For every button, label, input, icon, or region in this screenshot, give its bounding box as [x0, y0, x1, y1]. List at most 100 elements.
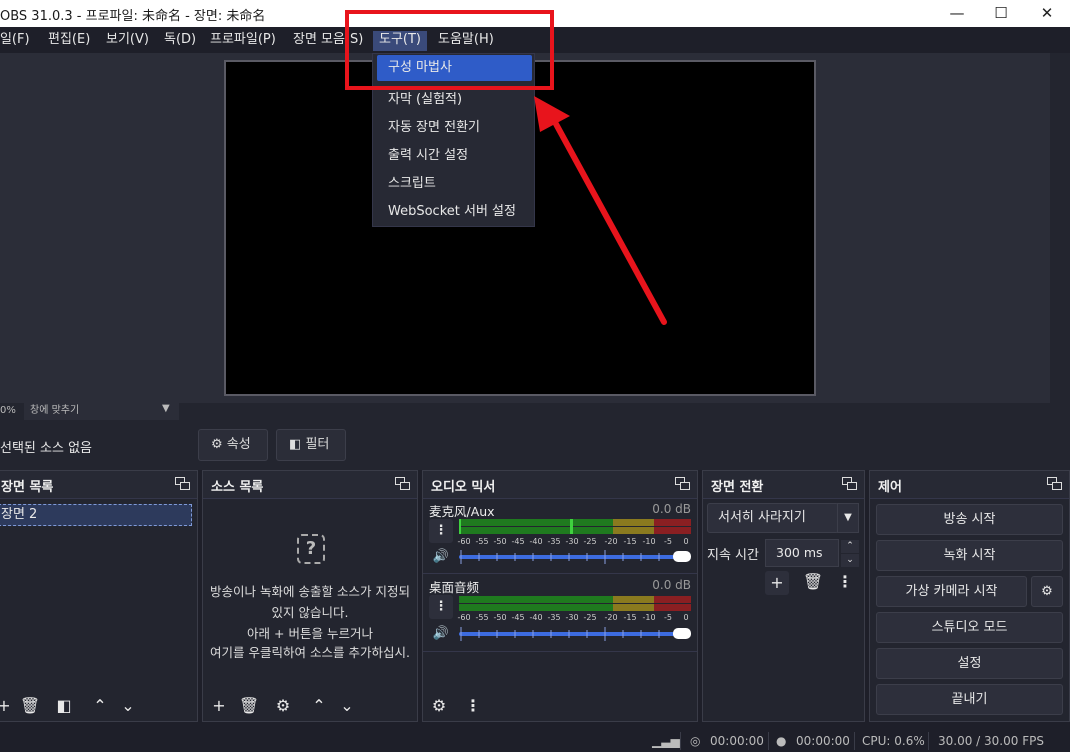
properties-button[interactable]: ⚙ 속성: [198, 429, 268, 461]
menu-view[interactable]: 보기(V): [106, 31, 149, 51]
properties-label: 속성: [226, 437, 251, 452]
meter-tick: -15: [623, 613, 637, 622]
settings-button[interactable]: 설정: [876, 648, 1063, 679]
meter-tick: -20: [604, 537, 618, 546]
speaker-icon[interactable]: 🔊: [429, 624, 453, 644]
minimize-button[interactable]: —: [934, 0, 980, 27]
menu-file[interactable]: 파일(F): [0, 31, 30, 51]
transitions-dock: 장면 전환 서서히 사라지기 ▼ 지속 시간 300 ms ⌃ ⌄ + 🗑 ⋮: [702, 470, 865, 722]
meter-tick: -30: [565, 537, 579, 546]
zoom-mode: 창에 맞추기: [30, 405, 80, 416]
filter-icon: ◧: [289, 437, 302, 452]
filters-label: 필터: [305, 437, 330, 452]
exit-button[interactable]: 끝내기: [876, 684, 1063, 715]
chevron-down-icon[interactable]: ▼: [162, 403, 170, 414]
gear-icon[interactable]: ⚙: [427, 695, 451, 717]
start-virtual-camera-button[interactable]: 가상 카메라 시작: [876, 576, 1027, 607]
undock-icon[interactable]: [1047, 477, 1063, 491]
gear-icon: ⚙: [211, 437, 223, 452]
signal-icon: ▁▃▅: [652, 734, 680, 748]
channel-menu-icon[interactable]: ⋮: [429, 595, 453, 619]
scene-filters-button[interactable]: ◧: [52, 695, 76, 717]
empty-text-line: 있지 않습니다.: [271, 605, 349, 620]
menu-edit[interactable]: 편집(E): [48, 31, 90, 51]
meter-tick: -45: [511, 613, 525, 622]
transition-select[interactable]: 서서히 사라지기: [707, 503, 839, 533]
question-icon: ?: [297, 534, 325, 564]
close-button[interactable]: ✕: [1024, 0, 1070, 27]
chevron-up-icon[interactable]: ⌃: [307, 695, 331, 717]
menu-item-scripts[interactable]: 스크립트: [377, 171, 532, 197]
meter-scale: -60 -55 -50 -45 -40 -35 -30 -25 -20 -15 …: [457, 537, 691, 547]
trash-icon[interactable]: 🗑: [801, 571, 825, 593]
meter-scale: -60 -55 -50 -45 -40 -35 -30 -25 -20 -15 …: [457, 613, 691, 623]
start-streaming-button[interactable]: 방송 시작: [876, 504, 1063, 535]
undock-icon[interactable]: [675, 477, 691, 491]
controls-header: 제어: [870, 471, 1069, 499]
controls-dock: 제어 방송 시작 녹화 시작 가상 카메라 시작 ⚙ 스튜디오 모드 설정 끝내…: [869, 470, 1070, 722]
duration-value: 300 ms: [776, 545, 823, 560]
meter-tick: -20: [604, 613, 618, 622]
scene-item-label: 장면 2: [1, 507, 38, 522]
studio-mode-button[interactable]: 스튜디오 모드: [876, 612, 1063, 643]
volume-knob[interactable]: [673, 628, 691, 639]
chevron-down-icon[interactable]: ⌄: [841, 554, 859, 567]
transition-selected: 서서히 사라지기: [718, 510, 806, 525]
meter-tick: -50: [493, 537, 507, 546]
menu-item-auto-scene-switcher[interactable]: 자동 장면 전환기: [377, 115, 532, 141]
add-transition-button[interactable]: +: [765, 571, 789, 595]
chevron-down-icon[interactable]: ⌄: [335, 695, 359, 717]
speaker-icon[interactable]: 🔊: [429, 547, 453, 567]
zoom-select[interactable]: 창에 맞추기: [24, 403, 179, 420]
filters-button[interactable]: ◧ 필터: [276, 429, 346, 461]
meter-tick: -30: [565, 613, 579, 622]
meter-tick: 0: [683, 613, 689, 622]
gear-icon[interactable]: ⚙: [271, 695, 295, 717]
duration-label: 지속 시간: [707, 548, 759, 563]
undock-icon[interactable]: [395, 477, 411, 491]
meter-tick: -35: [547, 537, 561, 546]
trash-icon[interactable]: 🗑: [18, 695, 42, 717]
menu-profile[interactable]: 프로파일(P): [210, 31, 276, 51]
menu-item-websocket-settings[interactable]: WebSocket 서버 설정: [377, 199, 532, 225]
controls-title: 제어: [878, 480, 902, 495]
sources-header: 소스 목록: [203, 471, 417, 499]
add-source-button[interactable]: +: [207, 695, 231, 717]
channel-menu-icon[interactable]: ⋮: [429, 519, 453, 543]
undock-icon[interactable]: [175, 477, 191, 491]
preview-scrollbar[interactable]: [1050, 53, 1070, 403]
stream-time: 00:00:00: [710, 734, 764, 748]
scene-item[interactable]: 장면 2: [0, 504, 192, 526]
status-bar: ▁▃▅ ◎ 00:00:00 ● 00:00:00 CPU: 0.6% 30.0…: [0, 730, 1070, 752]
chevron-down-icon[interactable]: ⌄: [116, 695, 140, 717]
start-recording-button[interactable]: 녹화 시작: [876, 540, 1063, 571]
add-scene-button[interactable]: +: [0, 695, 16, 717]
menu-item-output-timer[interactable]: 출력 시간 설정: [377, 143, 532, 169]
mixer-title: 오디오 믹서: [431, 480, 496, 495]
menu-docks[interactable]: 독(D): [164, 31, 196, 51]
duration-input[interactable]: 300 ms: [765, 539, 839, 567]
meter-tick: -5: [664, 613, 672, 622]
meter-tick: -15: [623, 537, 637, 546]
transition-menu-icon[interactable]: ⋮: [833, 571, 857, 593]
meter-tick: 0: [683, 537, 689, 546]
trash-icon[interactable]: 🗑: [237, 695, 261, 717]
meter-tick: -35: [547, 613, 561, 622]
scenes-dock: 장면 목록 장면 2 + 🗑 ◧ ⌃ ⌄: [0, 470, 198, 722]
maximize-button[interactable]: ☐: [978, 0, 1024, 27]
volume-slider[interactable]: [459, 550, 691, 564]
chevron-down-icon[interactable]: ▼: [837, 503, 859, 533]
meter-tick: -40: [529, 537, 543, 546]
menu-item-captions[interactable]: 자막 (실험적): [377, 87, 532, 113]
undock-icon[interactable]: [842, 477, 858, 491]
chevron-up-icon[interactable]: ⌃: [841, 540, 859, 553]
mixer-menu-icon[interactable]: ⋮: [461, 695, 485, 717]
mixer-header: 오디오 믹서: [423, 471, 697, 499]
volume-knob[interactable]: [673, 551, 691, 562]
volume-slider[interactable]: [459, 627, 691, 641]
chevron-up-icon[interactable]: ⌃: [88, 695, 112, 717]
gear-icon[interactable]: ⚙: [1031, 576, 1063, 607]
stream-icon: ◎: [690, 734, 701, 748]
scenes-toolbar: + 🗑 ◧ ⌃ ⌄: [0, 691, 197, 721]
meter-tick: -5: [664, 537, 672, 546]
